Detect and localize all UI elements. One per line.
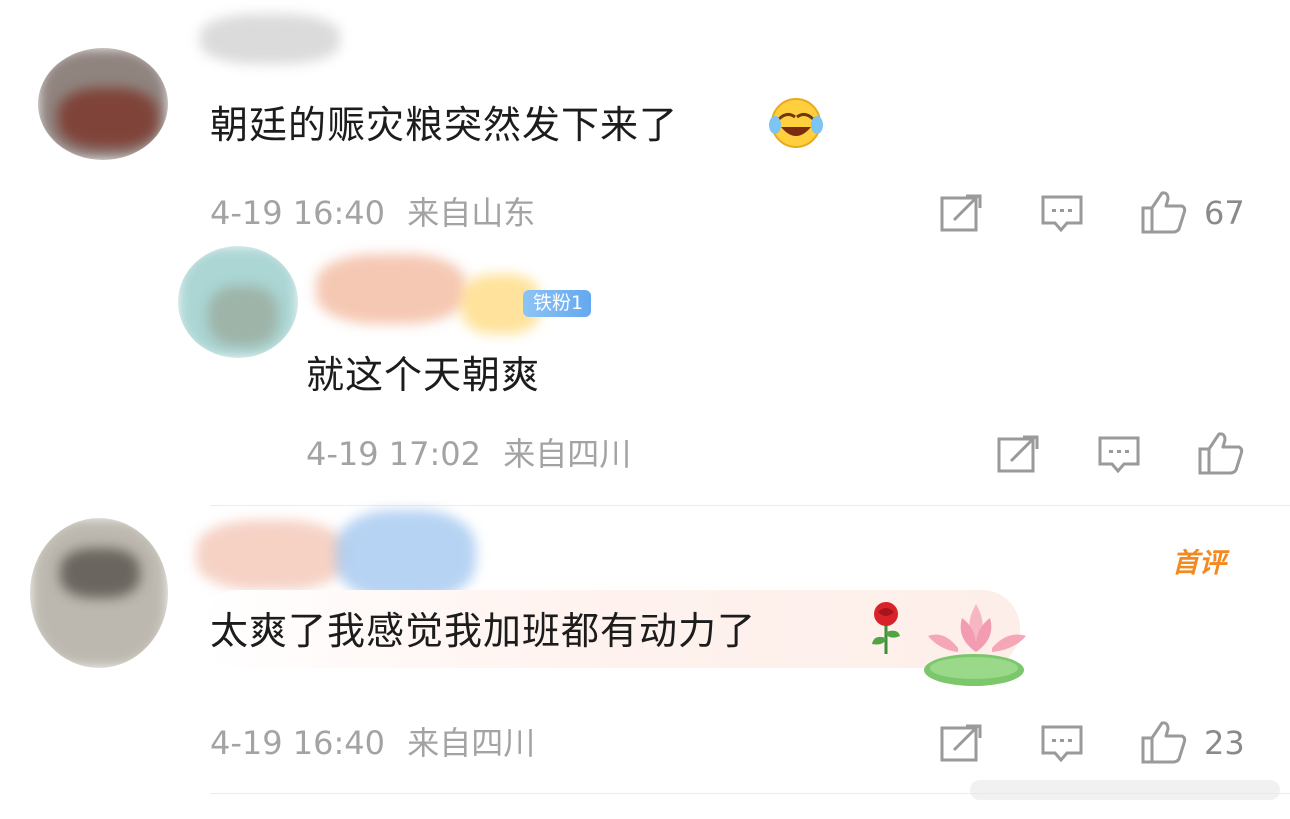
like-icon[interactable] <box>1197 431 1245 475</box>
rose-emoji-icon <box>866 600 906 656</box>
first-comment-tag: 首评 <box>1172 548 1226 579</box>
comment-1-location: 来自山东 <box>407 194 536 232</box>
username-reply-redacted[interactable] <box>316 248 541 338</box>
comment-3-text: 太爽了我感觉我加班都有动力了 <box>210 609 757 653</box>
laugh-cry-emoji-icon <box>767 97 825 149</box>
share-icon[interactable] <box>940 194 982 232</box>
comment-icon[interactable] <box>1098 436 1140 474</box>
comment-3-time: 4-19 16:40 <box>210 724 386 762</box>
reply-meta: 4-19 17:02 来自四川 <box>306 438 631 470</box>
comment-1-time: 4-19 16:40 <box>210 194 386 232</box>
comment-3-like-count: 23 <box>1204 724 1245 762</box>
lotus-sticker-icon <box>922 600 1034 690</box>
like-icon[interactable] <box>1140 190 1188 234</box>
like-icon[interactable] <box>1140 720 1188 764</box>
share-icon[interactable] <box>940 724 982 762</box>
avatar-comment-1[interactable] <box>38 48 168 160</box>
comment-1-text: 朝廷的赈灾粮突然发下来了 <box>210 106 678 144</box>
share-icon[interactable] <box>997 435 1039 473</box>
watermark-bar <box>970 780 1280 800</box>
avatar-reply[interactable] <box>178 246 298 358</box>
reply-location: 来自四川 <box>503 435 632 473</box>
reply-time: 4-19 17:02 <box>306 435 482 473</box>
fan-level-badge[interactable]: 铁粉1 <box>523 290 592 317</box>
username-comment-3-redacted[interactable] <box>196 504 486 604</box>
comment-icon[interactable] <box>1041 725 1083 763</box>
avatar-comment-3[interactable] <box>30 518 168 668</box>
reply-text: 就这个天朝爽 <box>306 353 541 397</box>
comment-1-meta: 4-19 16:40 来自山东 <box>210 197 535 229</box>
username-comment-1-redacted[interactable] <box>200 4 340 74</box>
comment-icon[interactable] <box>1041 195 1083 233</box>
comment-1-body: 朝廷的赈灾粮突然发下来了 <box>210 103 679 147</box>
comment-3-location: 来自四川 <box>407 724 536 762</box>
comment-3-meta: 4-19 16:40 来自四川 <box>210 727 535 759</box>
comment-1-like-count: 67 <box>1204 194 1245 232</box>
